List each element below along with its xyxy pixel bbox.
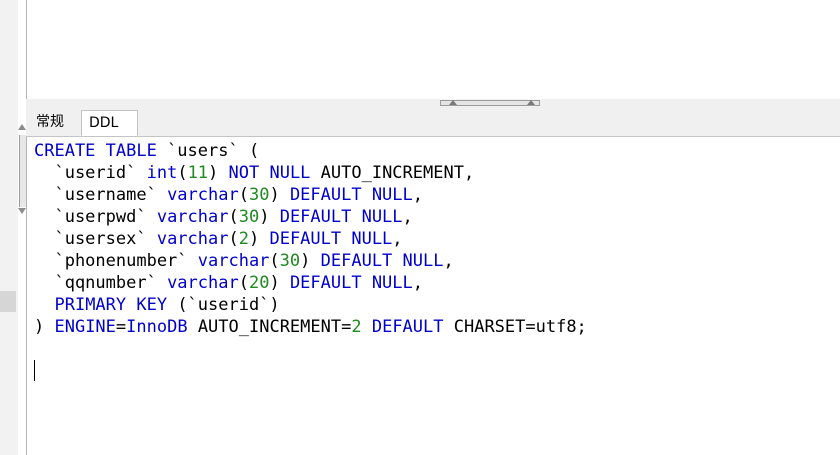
- code-token: AUTO_INCREMENT=: [187, 317, 352, 337]
- code-token: (: [228, 207, 239, 227]
- code-token: NOT NULL: [228, 163, 311, 183]
- code-token: DEFAULT NULL: [320, 251, 444, 271]
- splitter-up-arrow-icon[interactable]: [449, 100, 457, 105]
- code-token: =: [115, 317, 127, 337]
- code-token: `users` (: [156, 141, 260, 161]
- code-token: 2: [238, 229, 249, 249]
- code-token: `userid`: [34, 163, 147, 183]
- left-gutter: [0, 0, 19, 455]
- code-token: `qqnumber`: [34, 273, 168, 293]
- code-token: (: [177, 163, 188, 183]
- code-token: varchar: [156, 229, 229, 249]
- code-token: ,: [443, 251, 454, 271]
- code-token: DEFAULT NULL: [279, 207, 403, 227]
- code-line: ) ENGINE=InnoDB AUTO_INCREMENT=2 DEFAULT…: [34, 316, 587, 338]
- code-token: ): [269, 273, 290, 293]
- code-line: `usersex` varchar(2) DEFAULT NULL,: [34, 228, 587, 250]
- code-token: ): [300, 251, 321, 271]
- code-token: 2: [351, 317, 362, 337]
- code-token: ): [208, 163, 229, 183]
- code-token: ): [269, 185, 290, 205]
- code-token: CHARSET=utf8;: [443, 317, 587, 337]
- horizontal-splitter[interactable]: [26, 99, 840, 107]
- code-token: 30: [238, 207, 260, 227]
- code-line: `userpwd` varchar(30) DEFAULT NULL,: [34, 206, 587, 228]
- collapse-up-arrow-icon[interactable]: [18, 124, 26, 130]
- code-token: `userpwd`: [34, 207, 157, 227]
- code-token: 30: [279, 251, 301, 271]
- code-line: `phonenumber` varchar(30) DEFAULT NULL,: [34, 250, 587, 272]
- code-token: ,: [402, 207, 413, 227]
- splitter-up-arrow-icon[interactable]: [527, 100, 535, 105]
- code-token: ENGINE: [54, 317, 116, 337]
- tab-bar: [26, 107, 840, 137]
- code-token: DEFAULT: [371, 317, 444, 337]
- tab-ddl[interactable]: DDL: [81, 110, 138, 136]
- code-token: 30: [248, 185, 270, 205]
- code-token: (`userid`): [167, 295, 280, 315]
- code-token: ,: [412, 185, 424, 205]
- code-line: PRIMARY KEY (`userid`): [34, 294, 587, 316]
- code-token: `phonenumber`: [34, 251, 198, 271]
- collapse-down-arrow-icon[interactable]: [18, 208, 26, 214]
- code-token: DEFAULT NULL: [269, 229, 393, 249]
- code-token: CREATE TABLE: [34, 141, 157, 161]
- code-token: ): [248, 229, 270, 249]
- code-line: `username` varchar(30) DEFAULT NULL,: [34, 184, 587, 206]
- ddl-code-text[interactable]: CREATE TABLE `users` ( `userid` int(11) …: [34, 140, 587, 338]
- code-token: DEFAULT NULL: [289, 185, 413, 205]
- code-line: `userid` int(11) NOT NULL AUTO_INCREMENT…: [34, 162, 587, 184]
- code-token: 11: [187, 163, 209, 183]
- results-pane: [26, 0, 840, 100]
- code-token: varchar: [197, 251, 270, 271]
- gutter-marker: [0, 291, 16, 312]
- code-token: `usersex`: [34, 229, 157, 249]
- code-token: (: [228, 229, 239, 249]
- code-token: PRIMARY KEY: [54, 295, 168, 315]
- code-token: varchar: [167, 273, 239, 293]
- code-token: ): [34, 317, 55, 337]
- code-token: ,: [392, 229, 403, 249]
- code-token: ,: [412, 273, 424, 293]
- code-token: ): [259, 207, 280, 227]
- code-line: CREATE TABLE `users` (: [34, 140, 587, 162]
- code-token: varchar: [167, 185, 239, 205]
- code-token: AUTO_INCREMENT,: [310, 163, 475, 183]
- code-token: (: [238, 273, 249, 293]
- tab-general[interactable]: 常规: [29, 110, 79, 136]
- code-token: DEFAULT NULL: [289, 273, 413, 293]
- code-token: 20: [248, 273, 270, 293]
- code-token: varchar: [156, 207, 229, 227]
- text-caret: [34, 360, 35, 381]
- code-token: InnoDB: [126, 317, 188, 337]
- gutter-tick-strip: [18, 0, 26, 455]
- code-token: int: [146, 163, 178, 183]
- code-token: (: [238, 185, 249, 205]
- code-token: `username`: [34, 185, 168, 205]
- code-token: (: [269, 251, 280, 271]
- code-line: `qqnumber` varchar(20) DEFAULT NULL,: [34, 272, 587, 294]
